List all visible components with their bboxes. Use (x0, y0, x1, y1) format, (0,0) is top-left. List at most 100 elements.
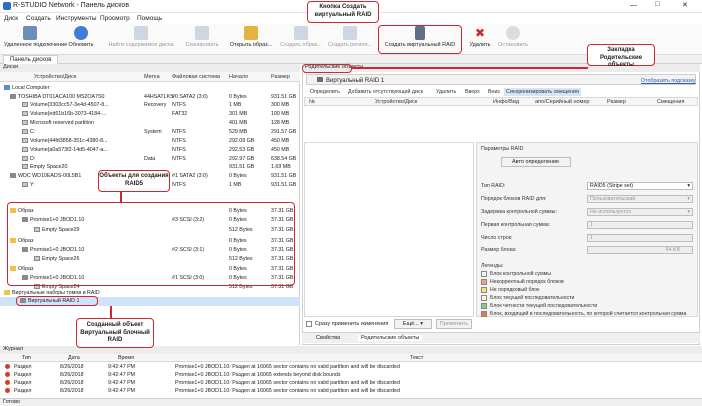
menu-create[interactable]: Создать (26, 15, 51, 22)
auto-detect-label: Авто определение (512, 159, 560, 165)
tree-row-label: Volume{ed61b16b-3073-4184-... (30, 111, 107, 117)
tree-row-label: Recovery (144, 102, 167, 108)
block-order-label: Порядок блоков RAID для: (481, 196, 547, 202)
delete-button[interactable]: ✖ Удалить (466, 26, 494, 53)
tree-row-name: Volume{ed61b16b-3073-4184-... (22, 111, 106, 117)
parents-tab-highlight (302, 64, 352, 73)
journal-date: 8/26/2018 (60, 388, 84, 394)
checksum-delay-select[interactable]: Не используется ▾ (587, 208, 693, 216)
apply-button[interactable]: Применить (436, 319, 472, 329)
tree-row[interactable]: Volume{a0a573f2-14d5-4047-a... NTFS 292.53… (0, 146, 300, 155)
tree-row[interactable]: Local Computer (0, 84, 300, 93)
create-region-button[interactable]: Создать регион... (326, 26, 374, 53)
raid-object-title: Виртуальный RAID 1 (306, 74, 696, 85)
raid-type-select[interactable]: RAID5 (Stripe set) ▾ (587, 182, 693, 190)
stop-button[interactable]: Остановить (494, 26, 532, 53)
col-device[interactable]: Устройство/Диск (34, 74, 76, 80)
journal-row[interactable]: Раздел 8/26/2018 9:42:47 PM Promise1+0 JBOD… (0, 363, 702, 371)
remove-tab[interactable]: Удалить (434, 88, 458, 96)
remote-connect-button[interactable]: Удаленное подключение (4, 26, 67, 53)
find-content-button[interactable]: Найти содержимое диска (106, 26, 176, 53)
tree-row-name: Microsoft reserved partition (22, 120, 94, 126)
tree-row-name: C: (22, 129, 35, 135)
tab-disk-panel[interactable]: Панель дисков (3, 55, 59, 64)
tree-row-name: D: (22, 156, 35, 162)
down-tab[interactable]: Вниз (486, 88, 502, 96)
tab-parent-objects[interactable]: Родительские объекты (358, 335, 423, 341)
legend-swatch (481, 287, 487, 293)
tree-row-name: Volume{a0a573f2-14d5-4047-a... (22, 147, 108, 153)
col-number[interactable]: № (309, 99, 315, 105)
more-button[interactable]: Ещё... ▾ (394, 319, 432, 329)
menu-view[interactable]: Просмотр (100, 15, 130, 22)
arrow-line (352, 67, 588, 69)
row-count-field[interactable]: 1 (587, 234, 693, 242)
legend-item: Некорректный порядок блоков (490, 279, 564, 285)
tree-row-start: 401 MB (229, 120, 248, 126)
menu-disk[interactable]: Диск (4, 15, 18, 22)
journal-time: 9:42:47 PM (108, 380, 136, 386)
up-tab[interactable]: Вверх (463, 88, 482, 96)
menu-tools[interactable]: Инструменты (56, 15, 97, 22)
col-part-size[interactable]: Размер (607, 99, 626, 105)
col-label[interactable]: Метка (144, 74, 160, 80)
tree-row[interactable]: Volume{44fd3858-351c-4380-8... NTFS 292.09… (0, 137, 300, 146)
col-device-disk[interactable]: Устройство/Диск (375, 99, 417, 105)
col-size[interactable]: Размер (271, 74, 290, 80)
row-count-label: Число строк: (481, 235, 513, 241)
tree-row-size: 638.54 GB (271, 156, 297, 162)
block-order-select[interactable]: Пользовательский ▾ (587, 195, 693, 203)
col-time[interactable]: Время (118, 355, 134, 361)
disks-pane-header: Диски (0, 64, 300, 72)
maximize-icon[interactable]: □ (655, 1, 659, 8)
volume-icon (22, 164, 28, 169)
col-start[interactable]: Начало (229, 74, 248, 80)
col-type[interactable]: Тип (22, 355, 31, 361)
minimize-icon[interactable]: — (630, 2, 637, 9)
detect-tab[interactable]: Определить (308, 88, 342, 96)
raid-params-title: Параметры RAID (481, 146, 524, 152)
tree-row[interactable]: Microsoft reserved partition 401 MB 128 MB (0, 119, 300, 128)
status-bar: Готово (0, 398, 702, 406)
error-icon (5, 388, 10, 393)
block-size-label: Размер блока: (481, 247, 517, 253)
show-hint-link[interactable]: Отобразить подсказку (641, 78, 696, 84)
tree-row-size: 450 MB (271, 147, 290, 153)
close-icon[interactable]: ✕ (682, 1, 688, 9)
col-date[interactable]: Дата (68, 355, 80, 361)
tree-row-label: Volume{a0a573f2-14d5-4047-a... (30, 147, 108, 153)
first-checksum-field[interactable]: 1 (587, 221, 693, 229)
tab-properties[interactable]: Свойства (316, 335, 340, 341)
tree-row[interactable]: Volume{3303cc57-3e4d-4507-8... Recovery NT… (0, 101, 300, 110)
tree-row-fs: #1 SATA2 (3:0) (172, 173, 208, 179)
tree-row[interactable]: Volume{ed61b16b-3073-4184-... FAT32 301 MB… (0, 110, 300, 119)
journal-row[interactable]: Раздел 8/26/2018 9:42:47 PM Promise1+0 JBOD… (0, 371, 702, 379)
col-offsets[interactable]: Смещения (657, 99, 684, 105)
legend-title: Легенды: (481, 263, 504, 269)
menu-help[interactable]: Помощь (137, 15, 162, 22)
arrow-line (110, 306, 112, 318)
refresh-button[interactable]: Обновить (62, 26, 100, 53)
auto-detect-button[interactable]: Авто определение (501, 157, 571, 167)
bottom-tabs: Свойства Родительские объекты (302, 332, 700, 343)
apply-immediately-checkbox[interactable] (306, 321, 312, 327)
raid-type-label: Тип RAID: (481, 183, 506, 189)
tree-row-size: 931.51 GB (271, 94, 297, 100)
journal-row[interactable]: Раздел 8/26/2018 9:42:47 PM Promise1+0 JBOD… (0, 387, 702, 395)
raid-objects-highlight (7, 202, 295, 286)
open-image-button[interactable]: Открыть образ... (228, 26, 274, 53)
create-image-button[interactable]: Создать образ... (278, 26, 324, 53)
scan-button[interactable]: Сканировать (180, 26, 224, 53)
block-size-field[interactable]: 64 KB (587, 246, 693, 254)
col-fs[interactable]: Файловая система (172, 74, 220, 80)
legend-swatch (481, 311, 487, 317)
col-info[interactable]: Инфо/Вид (493, 99, 519, 105)
col-serial[interactable]: апо/Серийный номер (535, 99, 589, 105)
tree-row[interactable]: C: System NTFS 529 MB 291.57 GB (0, 128, 300, 137)
error-icon (5, 372, 10, 377)
sync-offsets-tab[interactable]: Синхронизировать смещения (504, 88, 581, 96)
volume-icon (22, 129, 28, 134)
add-missing-disk-tab[interactable]: Добавить отсутствующий диск (346, 88, 425, 96)
journal-row[interactable]: Раздел 8/26/2018 9:42:47 PM Promise1+0 JBOD… (0, 379, 702, 387)
col-text[interactable]: Текст (410, 355, 423, 361)
